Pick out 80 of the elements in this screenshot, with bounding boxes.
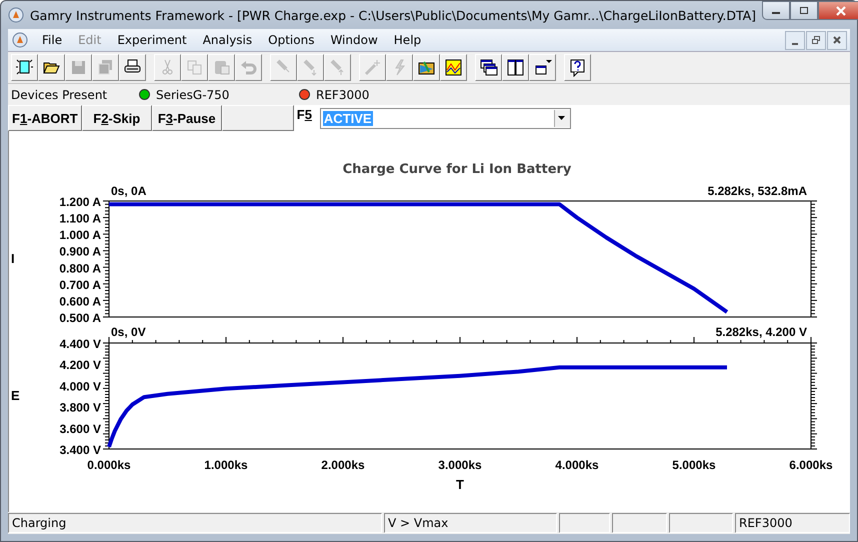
cascade-windows-icon <box>479 58 498 77</box>
y-axis-label: E <box>11 388 20 403</box>
y-tick-label: 0.800 A <box>59 261 101 276</box>
y-tick-label: 4.200 V <box>60 358 101 372</box>
blank-button[interactable] <box>222 105 294 131</box>
y-tick-label: 3.600 V <box>60 422 101 436</box>
devices-label: Devices Present <box>11 88 108 102</box>
x-tick-label: 3.000ks <box>438 458 482 472</box>
minimize-icon <box>792 42 798 44</box>
y-tick-label: 4.000 V <box>60 379 101 394</box>
toolbar-button[interactable] <box>38 54 65 81</box>
menu-item[interactable]: Options <box>260 33 322 47</box>
copy-icon <box>185 58 204 77</box>
toolbar-button[interactable] <box>413 54 440 81</box>
toolbar-button[interactable] <box>119 54 146 81</box>
toolbar-button[interactable] <box>11 54 38 81</box>
y-tick-label: 1.100 A <box>59 212 101 226</box>
function-key-button[interactable]: F2-Skip <box>82 105 152 131</box>
new-file-icon <box>15 58 34 77</box>
y-tick-label: 4.400 V <box>60 337 101 351</box>
menu-item[interactable]: Help <box>386 33 430 47</box>
x-tick-label: 6.000ks <box>789 458 833 472</box>
document-icon <box>12 32 28 48</box>
y-tick-label: 3.800 V <box>60 400 101 415</box>
x-tick-label: 4.000ks <box>555 458 599 472</box>
cursor-readout: 5.282ks, 4.200 V <box>716 325 807 339</box>
device-name: SeriesG-750 <box>156 88 230 102</box>
restore-icon <box>812 36 820 44</box>
x-tick-label: 2.000ks <box>321 458 365 472</box>
toolbar-button[interactable] <box>440 54 467 81</box>
tiled-windows-icon <box>506 58 525 77</box>
cursor-readout: 0s, 0A <box>111 184 146 198</box>
undo-arrow-icon <box>239 58 258 77</box>
x-tick-label: 0.000ks <box>87 458 131 472</box>
y-tick-label: 1.200 A <box>59 195 101 209</box>
status-text: Charging <box>8 513 382 533</box>
status-text: REF3000 <box>735 513 850 533</box>
toolbar-button[interactable] <box>564 54 591 81</box>
close-button[interactable] <box>827 30 847 50</box>
menu-item[interactable]: Window <box>322 33 386 47</box>
stacked-disks-icon <box>96 58 115 77</box>
x-axis-label: T <box>456 477 464 492</box>
function-key-button[interactable]: F3-Pause <box>152 105 222 131</box>
app-logo-icon <box>8 7 24 23</box>
close-icon <box>833 36 841 44</box>
minimize-button[interactable] <box>762 1 790 20</box>
y-tick-label: 0.500 A <box>59 311 101 325</box>
close-button[interactable] <box>818 1 858 20</box>
x-tick-label: 1.000ks <box>204 458 248 472</box>
cursor-readout: 0s, 0V <box>111 325 146 339</box>
close-icon <box>835 6 848 16</box>
menu-item[interactable]: Experiment <box>109 33 195 47</box>
x-tick-label: 5.000ks <box>672 458 716 472</box>
maximize-icon <box>799 6 810 15</box>
toolbar-button[interactable] <box>475 54 502 81</box>
device-name: REF3000 <box>316 88 370 102</box>
y-tick-label: 3.400 V <box>60 443 101 457</box>
y-tick-label: 1.000 A <box>59 228 101 242</box>
y-tick-label: 0.700 A <box>59 278 101 292</box>
minimize-button[interactable] <box>785 30 805 50</box>
status-text: V > Vmax <box>384 513 557 533</box>
y-tick-label: 0.900 A <box>59 244 101 259</box>
clipboard-icon <box>212 58 231 77</box>
chart-title: Charge Curve for Li Ion Battery <box>342 162 572 177</box>
cursor-readout: 5.282ks, 532.8mA <box>708 184 807 198</box>
y-axis-label: I <box>11 251 15 266</box>
y-tick-label: 0.600 A <box>59 294 101 308</box>
wand-icon <box>363 58 382 77</box>
function-key-button[interactable]: F1-ABORT <box>8 105 82 131</box>
help-icon <box>568 58 587 77</box>
f5-label: F5 <box>296 107 312 122</box>
menu-item[interactable]: File <box>34 33 70 47</box>
menu-item[interactable]: Analysis <box>194 33 260 47</box>
toolbar-button[interactable] <box>529 54 556 81</box>
chart-icon <box>444 58 463 77</box>
restore-button[interactable] <box>806 30 826 50</box>
maximize-button[interactable] <box>790 1 818 20</box>
window-title: Gamry Instruments Framework - [PWR Charge.exp - C:\Users\Public\Documents\My Gamr...\ChargeLiIonBattery.DTA] <box>30 8 756 22</box>
toolbar-button[interactable] <box>502 54 529 81</box>
window-menu-icon <box>533 58 552 77</box>
